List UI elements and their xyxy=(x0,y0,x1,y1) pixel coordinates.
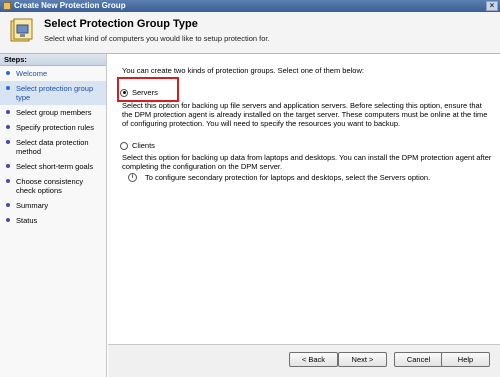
back-button[interactable]: < Back xyxy=(289,352,338,367)
sidebar-item-label: Select group members xyxy=(16,108,92,117)
sidebar-item-label: Summary xyxy=(16,201,49,210)
wizard-footer: < Back Next > Cancel Help xyxy=(108,344,500,377)
sidebar-item-label: Specify protection rules xyxy=(16,123,94,132)
step-bullet-icon xyxy=(6,203,10,207)
step-bullet-icon xyxy=(6,71,10,75)
clients-option[interactable]: Clients xyxy=(120,141,155,150)
protection-group-icon xyxy=(10,18,33,42)
steps-sidebar: Steps: Welcome Select protection group t… xyxy=(0,54,107,377)
sidebar-item-label: Status xyxy=(16,216,38,225)
clients-radio[interactable] xyxy=(120,141,128,150)
cancel-button[interactable]: Cancel xyxy=(394,352,443,367)
step-bullet-icon xyxy=(6,86,10,90)
page-subtitle: Select what kind of computers you would … xyxy=(44,34,270,43)
sidebar-item-label: Choose consistency check options xyxy=(16,177,84,195)
intro-text: You can create two kinds of protection g… xyxy=(122,66,364,75)
sidebar-item-label: Select protection group type xyxy=(16,84,94,102)
step-bullet-icon xyxy=(6,110,10,114)
wizard-header: Select Protection Group Type Select what… xyxy=(0,12,500,54)
close-button[interactable]: × xyxy=(486,1,498,11)
servers-description: Select this option for backing up file s… xyxy=(122,101,488,128)
sidebar-item-choose-consistency-check-options: Choose consistency check options xyxy=(0,174,106,198)
servers-highlight-box xyxy=(117,77,179,102)
steps-title: Steps: xyxy=(0,54,106,66)
sidebar-item-select-group-members: Select group members xyxy=(0,105,106,120)
info-text: To configure secondary protection for la… xyxy=(145,173,431,182)
sidebar-item-label: Welcome xyxy=(16,69,48,78)
info-note: i To configure secondary protection for … xyxy=(128,173,430,182)
sidebar-item-summary: Summary xyxy=(0,198,106,213)
next-button[interactable]: Next > xyxy=(338,352,387,367)
step-bullet-icon xyxy=(6,164,10,168)
sidebar-item-select-data-protection-method: Select data protection method xyxy=(0,135,106,159)
sidebar-item-welcome[interactable]: Welcome xyxy=(0,66,106,81)
clients-label[interactable]: Clients xyxy=(132,141,155,150)
step-bullet-icon xyxy=(6,125,10,129)
sidebar-item-label: Select data protection method xyxy=(16,138,89,156)
step-bullet-icon xyxy=(6,218,10,222)
sidebar-item-select-protection-group-type[interactable]: Select protection group type xyxy=(0,81,106,105)
step-bullet-icon xyxy=(6,140,10,144)
step-bullet-icon xyxy=(6,179,10,183)
window-titlebar: Create New Protection Group × xyxy=(0,0,500,12)
info-icon: i xyxy=(128,173,137,182)
sidebar-item-specify-protection-rules: Specify protection rules xyxy=(0,120,106,135)
sidebar-item-select-short-term-goals: Select short-term goals xyxy=(0,159,106,174)
app-icon xyxy=(3,2,11,10)
sidebar-item-label: Select short-term goals xyxy=(16,162,94,171)
page-title: Select Protection Group Type xyxy=(44,18,198,30)
clients-description: Select this option for backing up data f… xyxy=(122,153,492,171)
help-button[interactable]: Help xyxy=(441,352,490,367)
window-title: Create New Protection Group xyxy=(14,1,126,10)
sidebar-item-status: Status xyxy=(0,213,106,228)
